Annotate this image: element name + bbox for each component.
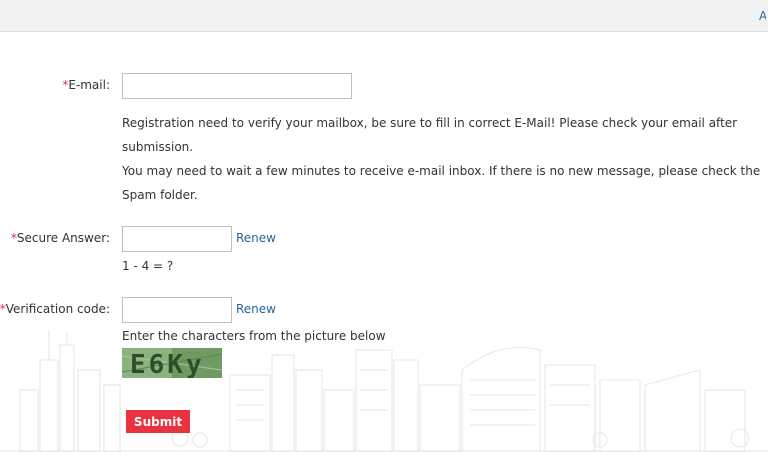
- top-bar-link[interactable]: A: [759, 9, 766, 23]
- secure-answer-input[interactable]: [122, 226, 232, 252]
- secure-answer-label: *Secure Answer:: [10, 231, 110, 245]
- email-input[interactable]: [122, 73, 352, 99]
- secure-question: 1 - 4 = ?: [122, 259, 174, 273]
- verification-code-label: *Verification code:: [0, 302, 110, 316]
- submit-button[interactable]: Submit: [126, 410, 190, 433]
- email-label: *E-mail:: [62, 78, 110, 92]
- captcha-text: E6Ky: [130, 350, 205, 378]
- city-skyline-illustration: [0, 330, 768, 452]
- captcha-image[interactable]: E6Ky: [122, 348, 222, 378]
- verification-renew-link[interactable]: Renew: [236, 302, 276, 316]
- top-bar: A: [0, 0, 768, 32]
- verification-code-input[interactable]: [122, 297, 232, 323]
- captcha-graphic: E6Ky: [122, 348, 222, 378]
- secure-answer-renew-link[interactable]: Renew: [236, 231, 276, 245]
- verification-hint: Enter the characters from the picture be…: [122, 329, 386, 343]
- email-hint: Registration need to verify your mailbox…: [122, 116, 761, 202]
